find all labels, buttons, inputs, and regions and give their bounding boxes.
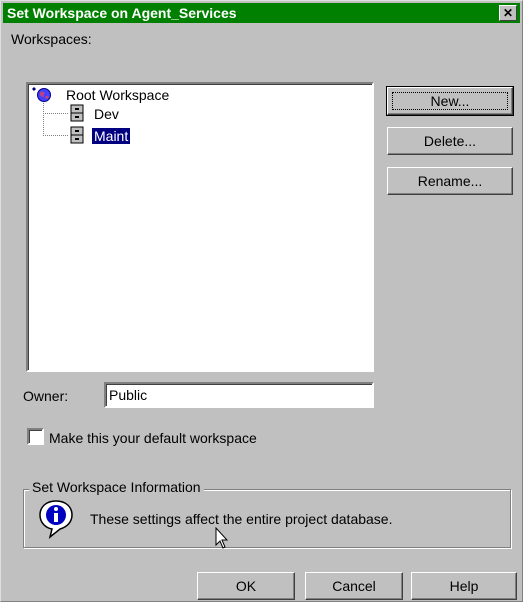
tree-connector bbox=[43, 113, 68, 114]
new-button-label: New... bbox=[430, 93, 470, 109]
delete-button[interactable]: Delete... bbox=[387, 127, 513, 155]
tree-node-dev[interactable]: Dev bbox=[92, 106, 121, 122]
new-button[interactable]: New... bbox=[386, 86, 514, 116]
close-button[interactable]: ✕ bbox=[499, 5, 517, 21]
title-bar[interactable]: Set Workspace on Agent_Services ✕ bbox=[3, 3, 520, 23]
close-icon[interactable]: ✕ bbox=[503, 6, 513, 20]
tree-node-maint[interactable]: Maint bbox=[92, 128, 131, 144]
workspace-tree[interactable]: Root Workspace Dev Maint bbox=[26, 82, 374, 372]
rename-button[interactable]: Rename... bbox=[387, 167, 513, 195]
info-icon bbox=[38, 499, 74, 539]
info-group-title: Set Workspace Information bbox=[29, 479, 204, 495]
owner-field[interactable]: Public bbox=[104, 382, 374, 408]
help-button[interactable]: Help bbox=[411, 572, 517, 600]
owner-label: Owner: bbox=[23, 388, 69, 404]
default-workspace-checkbox[interactable] bbox=[27, 428, 44, 445]
owner-value: Public bbox=[109, 387, 148, 403]
mouse-cursor-icon bbox=[215, 526, 231, 551]
window-title: Set Workspace on Agent_Services bbox=[7, 5, 237, 21]
dialog-window: Set Workspace on Agent_Services ✕ Worksp… bbox=[0, 0, 523, 602]
tree-connector bbox=[43, 98, 44, 136]
default-workspace-label[interactable]: Make this your default workspace bbox=[49, 430, 257, 446]
tree-node-root[interactable]: Root Workspace bbox=[64, 87, 171, 103]
root-workspace-node[interactable] bbox=[30, 86, 54, 102]
cabinet-icon bbox=[68, 126, 86, 144]
cabinet-icon bbox=[68, 104, 86, 122]
workspaces-label: Workspaces: bbox=[11, 31, 92, 47]
info-message: These settings affect the entire project… bbox=[90, 511, 393, 527]
cancel-button[interactable]: Cancel bbox=[305, 572, 403, 600]
tree-connector bbox=[43, 135, 68, 136]
globe-icon bbox=[32, 87, 51, 102]
ok-button[interactable]: OK bbox=[197, 572, 295, 600]
